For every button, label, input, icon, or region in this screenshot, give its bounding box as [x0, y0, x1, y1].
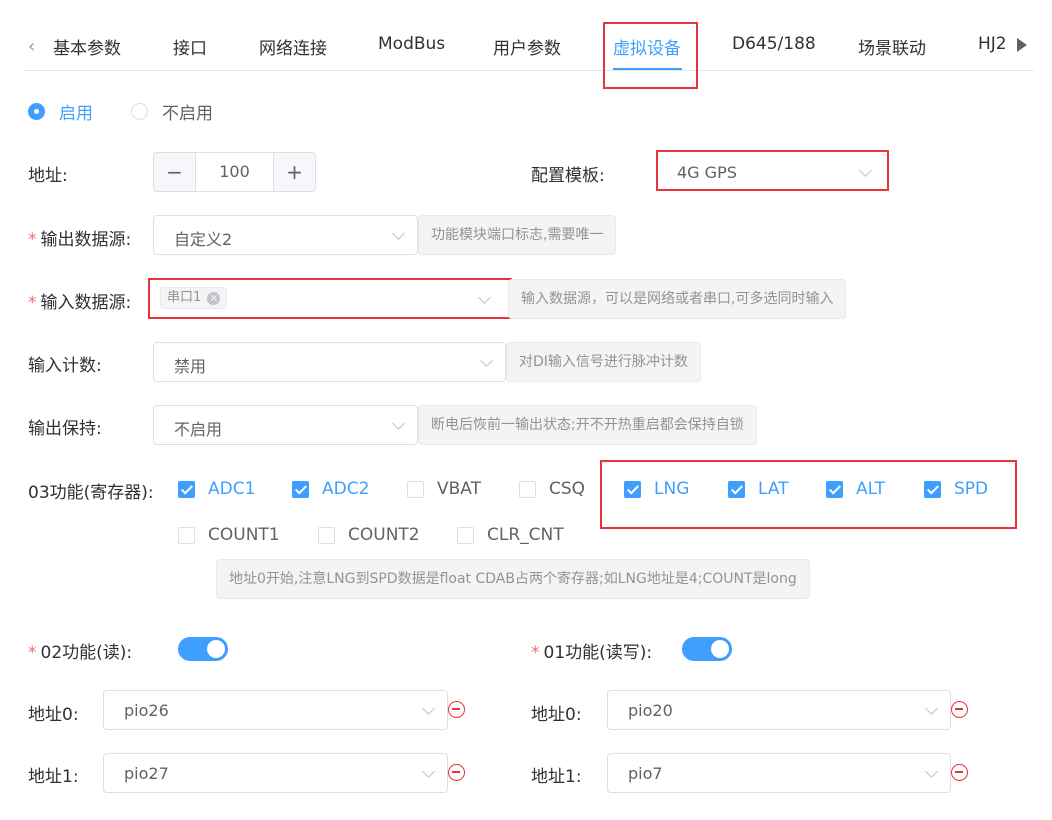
checkbox-label: VBAT: [437, 479, 481, 499]
required-mark: *: [531, 643, 540, 663]
func02-address1-value: pio27: [124, 764, 169, 783]
checkbox-label: COUNT2: [348, 525, 420, 545]
input-count-select[interactable]: 禁用: [153, 342, 506, 382]
checkbox-csq[interactable]: CSQ: [519, 479, 585, 499]
input-source-label-text: 输入数据源:: [40, 293, 132, 313]
tab-basic-params[interactable]: 基本参数: [53, 34, 121, 59]
address-value[interactable]: 100: [196, 153, 273, 191]
required-mark: *: [28, 293, 37, 313]
output-hold-select[interactable]: 不启用: [153, 405, 418, 445]
func03-hint: 地址0开始,注意LNG到SPD数据是float CDAB占两个寄存器;如LNG地…: [216, 559, 810, 599]
func01-switch[interactable]: [682, 637, 732, 661]
checkbox-vbat[interactable]: VBAT: [407, 479, 481, 499]
radio-disable-label: 不启用: [162, 104, 213, 124]
highlight-box-gps-fields: [600, 460, 1017, 529]
chevron-down-icon: [422, 702, 435, 715]
func01-address1-label: 地址1:: [531, 767, 582, 787]
func01-address0-label: 地址0:: [531, 705, 582, 725]
remove-icon[interactable]: [951, 764, 968, 781]
tab-modbus[interactable]: ModBus: [378, 34, 445, 54]
remove-icon[interactable]: [448, 701, 465, 718]
func03-label: 03功能(寄存器):: [28, 483, 154, 503]
output-hold-label: 输出保持:: [28, 419, 102, 439]
tab-user-params[interactable]: 用户参数: [493, 34, 561, 59]
output-source-select[interactable]: 自定义2: [153, 215, 418, 255]
checkbox-label: ADC2: [322, 479, 370, 499]
radio-checked-icon: [28, 103, 45, 120]
tabs-divider: [24, 70, 1034, 71]
func02-address0-value: pio26: [124, 701, 169, 720]
tab-scroll-right-icon[interactable]: [1017, 38, 1027, 52]
input-count-hint: 对DI输入信号进行脉冲计数: [506, 342, 701, 382]
chevron-down-icon: [422, 765, 435, 778]
checkbox-icon: [178, 480, 195, 498]
input-source-label: * 输入数据源:: [28, 288, 131, 313]
tab-hj2[interactable]: HJ2: [978, 34, 1007, 54]
required-mark: *: [28, 643, 37, 663]
output-hold-value: 不启用: [174, 420, 223, 439]
highlight-box-tab: [603, 22, 698, 89]
tab-interface[interactable]: 接口: [173, 34, 207, 59]
checkbox-icon: [519, 480, 536, 498]
checkbox-label: CSQ: [549, 479, 586, 499]
checkbox-label: COUNT1: [208, 525, 280, 545]
output-source-hint: 功能模块端口标志,需要唯一: [418, 215, 617, 255]
func01-label-text: 01功能(读写):: [543, 643, 653, 663]
checkbox-count1[interactable]: COUNT1: [178, 525, 280, 545]
checkbox-icon: [407, 480, 424, 498]
checkbox-icon: [178, 526, 195, 544]
tab-scroll-left-icon[interactable]: ‹: [28, 36, 35, 57]
func02-address0-label: 地址0:: [28, 705, 79, 725]
input-count-value: 禁用: [174, 357, 207, 376]
increment-button[interactable]: +: [273, 153, 315, 191]
input-count-label: 输入计数:: [28, 356, 102, 376]
func02-address1-label: 地址1:: [28, 767, 79, 787]
output-source-value: 自定义2: [174, 230, 233, 249]
highlight-box-template: [656, 150, 889, 191]
remove-icon[interactable]: [951, 701, 968, 718]
func02-address1-select[interactable]: pio27: [103, 753, 448, 793]
checkbox-adc1[interactable]: ADC1: [178, 479, 255, 499]
radio-enable-label: 启用: [59, 104, 93, 124]
radio-enable[interactable]: 启用: [28, 99, 93, 124]
checkbox-adc2[interactable]: ADC2: [292, 479, 369, 499]
checkbox-icon: [318, 526, 335, 544]
output-source-label-text: 输出数据源:: [40, 230, 132, 250]
chevron-down-icon: [392, 227, 405, 240]
chevron-down-icon: [480, 354, 493, 367]
func02-address0-select[interactable]: pio26: [103, 690, 448, 730]
chevron-down-icon: [925, 765, 938, 778]
func02-label-text: 02功能(读):: [40, 643, 133, 663]
tab-d645[interactable]: D645/188: [732, 34, 816, 54]
radio-disable[interactable]: 不启用: [131, 99, 213, 124]
func02-switch[interactable]: [178, 637, 228, 661]
address-stepper: − 100 +: [153, 152, 316, 192]
required-mark: *: [28, 230, 37, 250]
checkbox-label: ADC1: [208, 479, 256, 499]
checkbox-icon: [457, 526, 474, 544]
decrement-button[interactable]: −: [154, 153, 196, 191]
checkbox-clr-cnt[interactable]: CLR_CNT: [457, 525, 564, 545]
address-label: 地址:: [28, 166, 68, 186]
func01-address0-value: pio20: [628, 701, 673, 720]
chevron-down-icon: [925, 702, 938, 715]
func02-label: * 02功能(读):: [28, 638, 132, 663]
checkbox-label: CLR_CNT: [487, 525, 564, 545]
output-source-label: * 输出数据源:: [28, 225, 131, 250]
chevron-down-icon: [392, 417, 405, 430]
template-label: 配置模板:: [531, 166, 605, 186]
func01-address1-value: pio7: [628, 764, 663, 783]
func01-address0-select[interactable]: pio20: [607, 690, 951, 730]
input-source-hint: 输入数据源，可以是网络或者串口,可多选同时输入: [508, 279, 847, 319]
tab-scene-linkage[interactable]: 场景联动: [858, 34, 926, 59]
highlight-box-input-source: [148, 278, 512, 319]
checkbox-icon: [292, 480, 309, 498]
radio-unchecked-icon: [131, 103, 148, 120]
output-hold-hint: 断电后恢前一输出状态;开不开热重启都会保持自锁: [418, 405, 757, 445]
func01-label: * 01功能(读写):: [531, 638, 652, 663]
remove-icon[interactable]: [448, 764, 465, 781]
checkbox-count2[interactable]: COUNT2: [318, 525, 420, 545]
func01-address1-select[interactable]: pio7: [607, 753, 951, 793]
tab-network[interactable]: 网络连接: [259, 34, 327, 59]
